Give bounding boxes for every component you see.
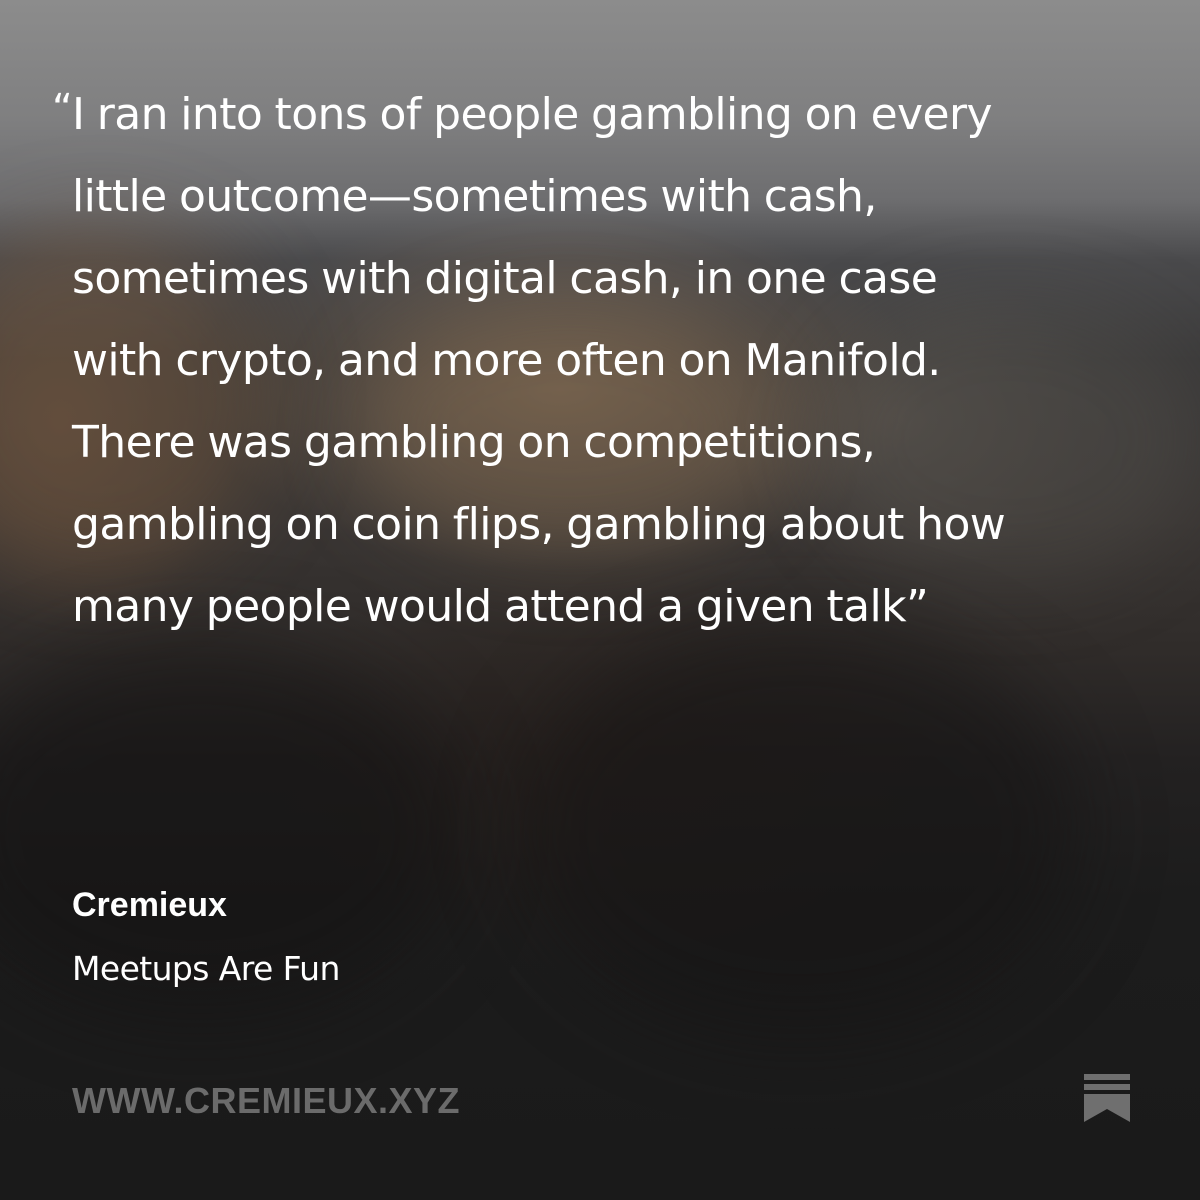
post-title: Meetups Are Fun (72, 949, 340, 988)
open-quote-mark: “ (52, 86, 73, 132)
background-blur-shape (520, 620, 1080, 1040)
quote-line: gambling on coin flips, gambling about h… (72, 499, 1006, 550)
quote-line: There was gambling on competitions, (72, 417, 876, 468)
author-name: Cremieux (72, 886, 227, 924)
logo-bookmark (1084, 1094, 1130, 1122)
substack-logo-icon (1084, 1074, 1130, 1122)
quote-line: sometimes with digital cash, in one case (72, 253, 938, 304)
logo-bar-top (1084, 1074, 1130, 1080)
quote-line: I ran into tons of people gambling on ev… (72, 89, 993, 140)
logo-bar-middle (1084, 1084, 1130, 1090)
quote-line: little outcome—sometimes with cash, (72, 171, 877, 222)
quote-line: many people would attend a given talk” (72, 581, 929, 632)
quote-text: “ I ran into tons of people gambling on … (52, 74, 1152, 648)
quote-line: with crypto, and more often on Manifold. (72, 335, 941, 386)
site-url: WWW.CREMIEUX.XYZ (72, 1080, 460, 1121)
